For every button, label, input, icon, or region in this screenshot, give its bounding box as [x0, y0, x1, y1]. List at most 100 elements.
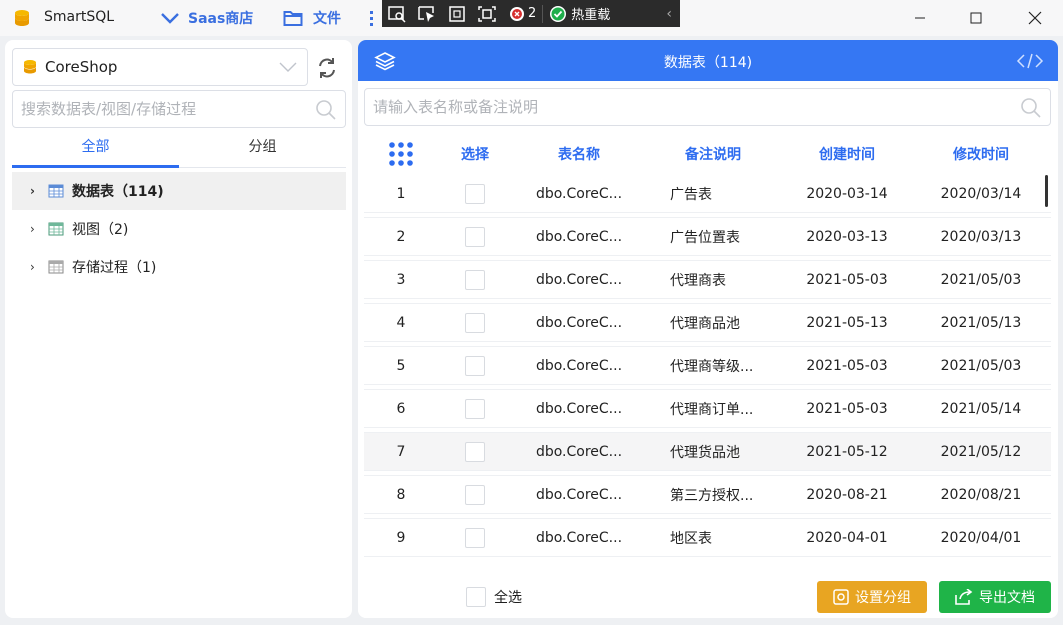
row-checkbox[interactable] — [465, 484, 485, 505]
hot-reload-label: 热重载 — [571, 8, 611, 23]
table-row[interactable]: 5 dbo.CoreC... 代理商等级... 2021-05-03 2021/… — [364, 347, 1051, 384]
row-created: 2021-05-12 — [806, 443, 888, 460]
expand-arrow-icon[interactable]: › — [30, 184, 40, 198]
row-checkbox[interactable] — [465, 355, 485, 376]
table-row[interactable]: 9 dbo.CoreC... 地区表 2020-04-01 2020/04/01 — [364, 519, 1051, 556]
track-focus-tool[interactable] — [472, 0, 502, 27]
select-tool[interactable] — [412, 0, 442, 27]
row-select-cell — [438, 269, 512, 290]
table-row[interactable]: 4 dbo.CoreC... 代理商品池 2021-05-13 2021/05/… — [364, 304, 1051, 341]
menu-saas-store[interactable]: Saas商店 — [160, 7, 253, 29]
error-count: 2 — [528, 6, 537, 21]
collapse-toolbar-icon[interactable]: ‹ — [666, 6, 672, 22]
tree-item-label: 存储过程（1) — [72, 260, 157, 276]
export-doc-button[interactable]: 导出文档 — [939, 581, 1051, 613]
row-index: 1 — [396, 185, 406, 202]
toolbar-separator — [542, 4, 544, 23]
row-checkbox[interactable] — [465, 527, 485, 548]
row-table-name: dbo.CoreC... — [535, 271, 623, 288]
search-icon[interactable] — [1020, 97, 1042, 119]
database-icon — [24, 60, 36, 74]
more-menu-icon[interactable] — [370, 10, 380, 26]
row-created: 2020-03-14 — [806, 185, 888, 202]
row-index: 5 — [396, 357, 406, 374]
binding-errors[interactable]: 2 — [508, 5, 536, 23]
row-checkbox[interactable] — [465, 398, 485, 419]
table-icon — [48, 184, 64, 198]
group-settings-icon — [833, 589, 849, 605]
row-index: 7 — [396, 443, 406, 460]
search-icon[interactable] — [315, 99, 337, 121]
table-row[interactable]: 3 dbo.CoreC... 代理商表 2021-05-03 2021/05/0… — [364, 261, 1051, 298]
refresh-button[interactable] — [313, 54, 341, 82]
row-table-name: dbo.CoreC... — [535, 228, 623, 245]
tree-item-label: 数据表（114) — [72, 184, 164, 200]
row-index: 8 — [396, 486, 406, 503]
column-header-note[interactable]: 备注说明 — [646, 144, 780, 164]
row-table-name: dbo.CoreC... — [535, 443, 623, 460]
menu-file[interactable]: 文件 — [283, 7, 341, 29]
table-row[interactable]: 8 dbo.CoreC... 第三方授权... 2020-08-21 2020/… — [364, 476, 1051, 513]
left-tabs: 全部 分组 — [12, 132, 346, 168]
column-header-name[interactable]: 表名称 — [512, 144, 646, 164]
row-modified: 2021/05/12 — [940, 443, 1022, 460]
database-select[interactable]: CoreShop — [12, 48, 308, 86]
select-all-checkbox[interactable] — [466, 587, 486, 607]
procedure-icon — [48, 260, 64, 274]
table-row[interactable]: 7 dbo.CoreC... 代理货品池 2021-05-12 2021/05/… — [364, 433, 1051, 470]
tree-item-procedures[interactable]: › 存储过程（1) — [12, 248, 346, 286]
row-select-cell — [438, 312, 512, 333]
tab-group[interactable]: 分组 — [179, 132, 346, 167]
row-note: 代理商等级... — [670, 358, 754, 375]
row-checkbox[interactable] — [465, 441, 485, 462]
select-all[interactable]: 全选 — [466, 587, 522, 607]
object-tree: › 数据表（114) › 视图（2) › 存储过程（1) — [12, 172, 346, 286]
select-all-label: 全选 — [494, 590, 522, 606]
table-search-input[interactable] — [365, 89, 1005, 125]
row-select-cell — [438, 226, 512, 247]
hot-reload-status[interactable]: 热重载 — [549, 4, 610, 23]
maximize-icon — [970, 12, 982, 24]
expand-arrow-icon[interactable]: › — [30, 260, 40, 274]
database-logo-icon — [15, 10, 29, 26]
row-checkbox[interactable] — [465, 226, 485, 247]
set-group-button[interactable]: 设置分组 — [817, 581, 927, 613]
code-icon[interactable] — [1016, 53, 1044, 69]
minimize-button[interactable] — [897, 0, 943, 36]
row-modified: 2021/05/14 — [940, 400, 1022, 417]
row-modified: 2021/05/03 — [940, 357, 1022, 374]
debug-toolbar: 2 热重载 ‹ — [382, 0, 680, 27]
table-search-box — [364, 88, 1051, 126]
object-search-input[interactable] — [13, 91, 303, 127]
row-checkbox[interactable] — [465, 312, 485, 333]
tree-item-views[interactable]: › 视图（2) — [12, 210, 346, 248]
row-modified: 2020/04/01 — [940, 529, 1022, 546]
table-row[interactable]: 6 dbo.CoreC... 代理商订单... 2021-05-03 2021/… — [364, 390, 1051, 427]
tab-all[interactable]: 全部 — [12, 132, 179, 168]
row-created: 2021-05-03 — [806, 271, 888, 288]
row-select-cell — [438, 355, 512, 376]
table-scrollbar[interactable] — [1045, 175, 1048, 207]
column-header-created[interactable]: 创建时间 — [780, 144, 914, 164]
app-title: SmartSQL — [44, 9, 115, 25]
row-index: 2 — [396, 228, 406, 245]
table-row[interactable]: 2 dbo.CoreC... 广告位置表 2020-03-13 2020/03/… — [364, 218, 1051, 255]
row-index: 6 — [396, 400, 406, 417]
row-table-name: dbo.CoreC... — [535, 400, 623, 417]
refresh-icon — [319, 58, 335, 78]
row-checkbox[interactable] — [465, 269, 485, 290]
inspect-tool[interactable] — [382, 0, 412, 27]
minimize-icon — [915, 17, 925, 19]
row-created: 2020-04-01 — [806, 529, 888, 546]
column-header-modified[interactable]: 修改时间 — [914, 144, 1048, 164]
bounds-tool[interactable] — [442, 0, 472, 27]
row-checkbox[interactable] — [465, 183, 485, 204]
expand-arrow-icon[interactable]: › — [30, 222, 40, 236]
table-row[interactable]: 1 dbo.CoreC... 广告表 2020-03-14 2020/03/14 — [364, 175, 1051, 212]
column-settings[interactable] — [364, 141, 438, 167]
row-created: 2020-03-13 — [806, 228, 888, 245]
maximize-button[interactable] — [953, 0, 999, 36]
close-button[interactable] — [1012, 0, 1058, 36]
export-icon — [955, 589, 973, 605]
tree-item-tables[interactable]: › 数据表（114) — [12, 172, 346, 210]
